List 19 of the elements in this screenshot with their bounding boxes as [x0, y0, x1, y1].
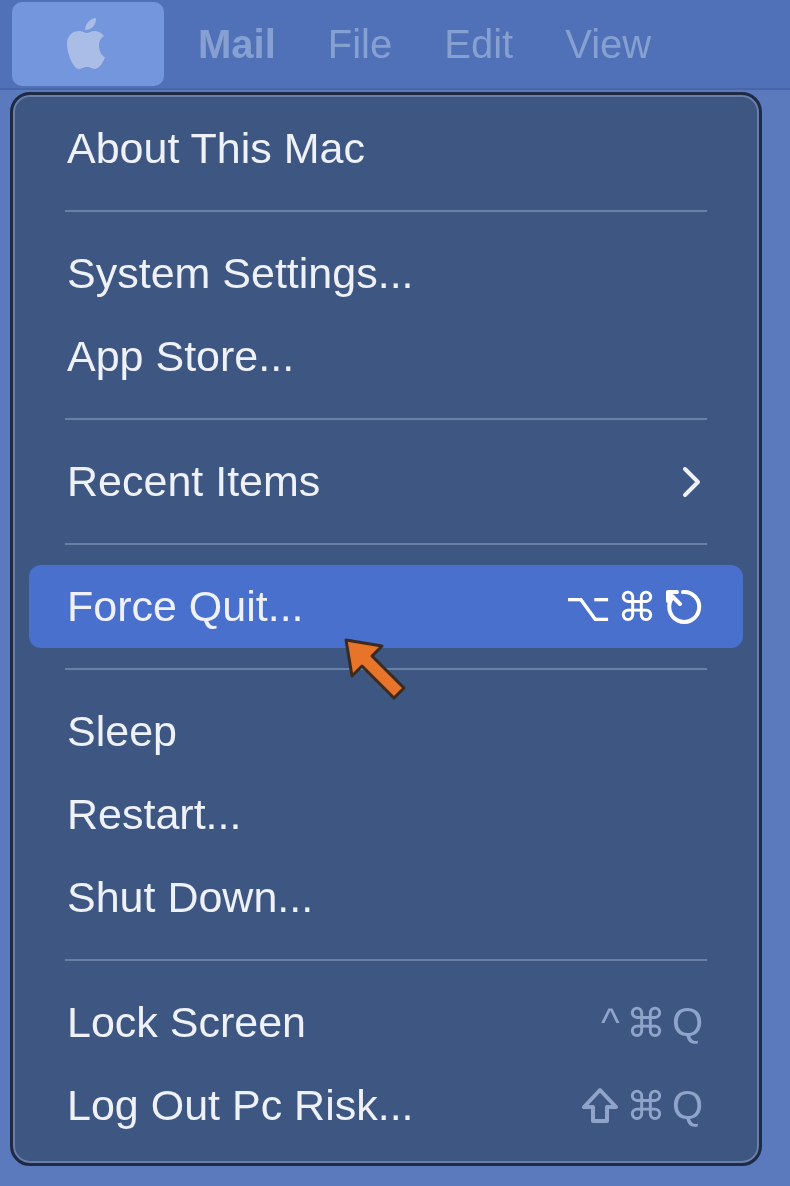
menu-item[interactable]: Restart... [29, 773, 743, 856]
menu-item[interactable]: Shut Down... [29, 856, 743, 939]
menu-item[interactable]: Sleep [29, 690, 743, 773]
shortcut-key: ⌘ [625, 1082, 666, 1129]
menu-item[interactable]: Recent Items [29, 440, 743, 523]
shortcut-key: ⌘ [625, 999, 666, 1046]
shortcut-key: ⌘ [617, 583, 657, 630]
menu-item[interactable]: App Store... [29, 315, 743, 398]
menu-item[interactable]: Log Out Pc Risk... ⌘Q [29, 1064, 743, 1147]
shortcut-key: Q [671, 1083, 703, 1128]
shortcut-key: ^ [601, 1000, 620, 1045]
apple-menu-button[interactable] [12, 2, 164, 86]
shift-key-icon [579, 1085, 620, 1126]
menu-item[interactable]: Lock Screen ^⌘Q [29, 981, 743, 1064]
shortcut-key: ⌥ [565, 583, 611, 630]
menu-item[interactable]: About This Mac [29, 107, 743, 190]
shortcut-key: Q [671, 1000, 703, 1045]
menu-item[interactable]: Force Quit... ⌥⌘ [29, 565, 743, 648]
menu-item[interactable]: System Settings... [29, 232, 743, 315]
